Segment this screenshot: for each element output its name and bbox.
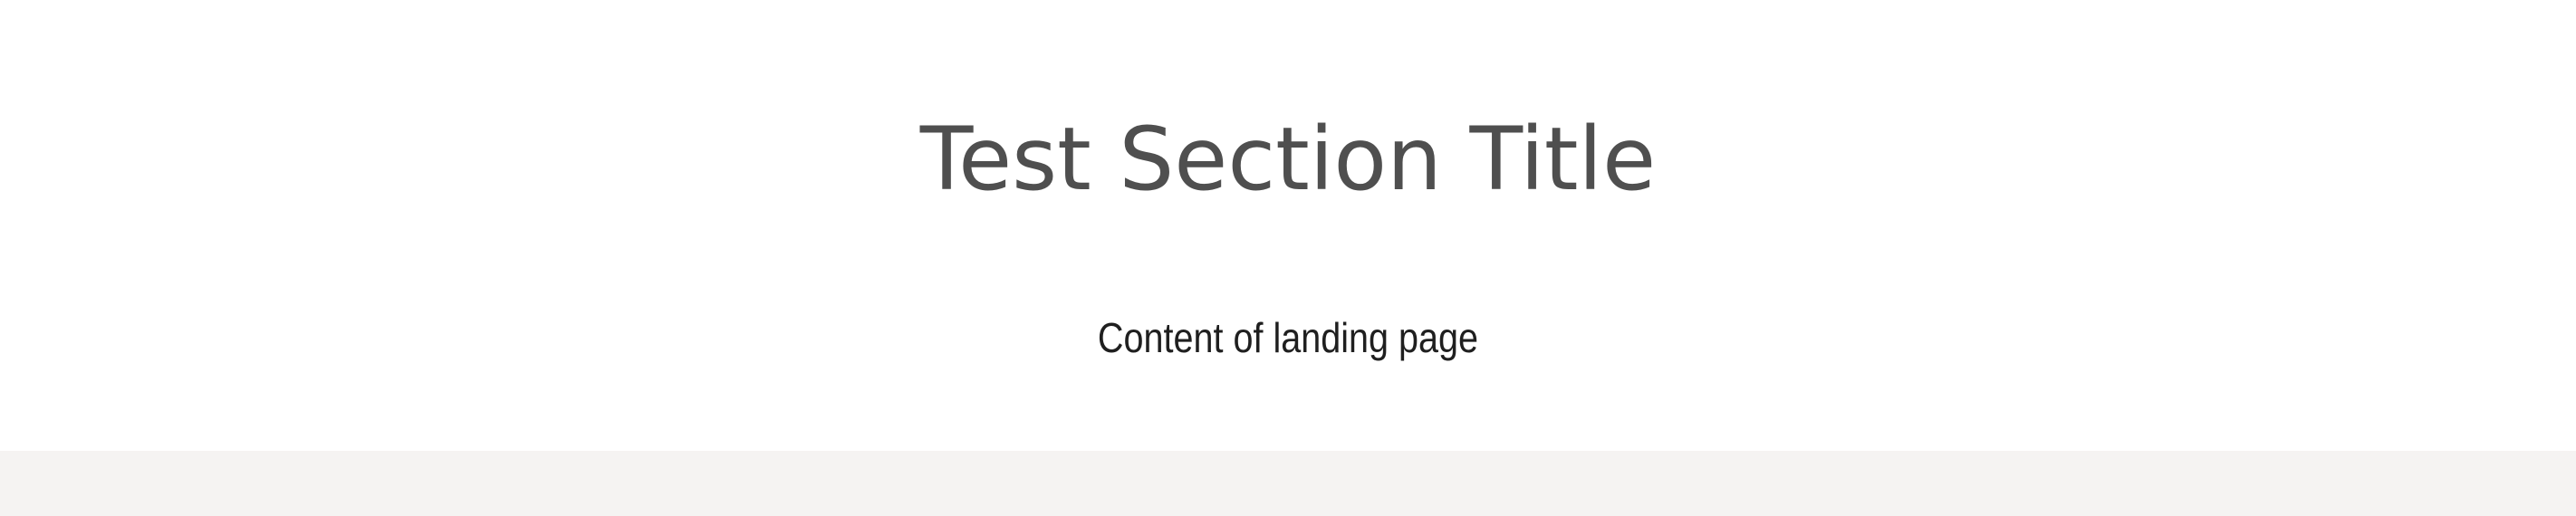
footer-band [0, 451, 2576, 516]
landing-section: Test Section Title Content of landing pa… [0, 0, 2576, 451]
section-title: Test Section Title [919, 109, 1657, 210]
section-content: Content of landing page [1097, 314, 1479, 361]
